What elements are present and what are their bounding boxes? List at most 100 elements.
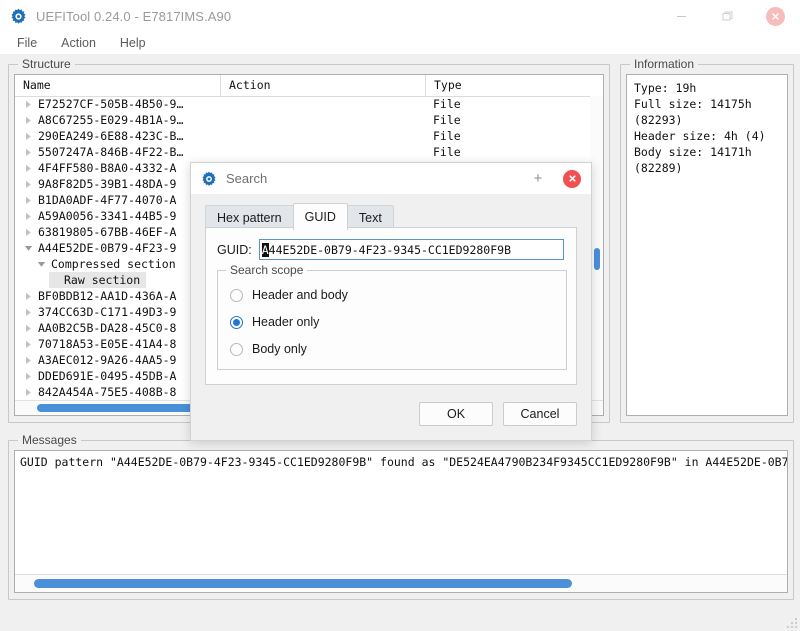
messages-list[interactable]: GUID pattern "A44E52DE-0B79-4F23-9345-CC… xyxy=(14,450,788,593)
restore-icon[interactable] xyxy=(704,0,750,32)
tree-row[interactable]: 5507247A-846B-4F22-B… File xyxy=(15,144,603,160)
information-textarea[interactable]: Type: 19h Full size: 14175h (82293) Head… xyxy=(626,74,788,416)
message-item[interactable]: GUID pattern "A44E52DE-0B79-4F23-9345-CC… xyxy=(20,455,787,471)
tree-node: AA0B2C5B-DA28-45C0-8 xyxy=(23,320,182,336)
chevron-right-icon[interactable] xyxy=(23,192,34,208)
column-header-name[interactable]: Name xyxy=(15,75,220,96)
tree-node-label: 70718A53-E05E-41A4-8 xyxy=(38,337,176,351)
tree-node-label: 63819805-67BB-46EF-A xyxy=(38,225,176,239)
tree-node-label: 4F4FF580-B8A0-4332-A xyxy=(38,161,176,175)
plus-icon[interactable]: + xyxy=(523,163,553,194)
tree-node: Raw section xyxy=(49,272,146,288)
chevron-right-icon[interactable] xyxy=(23,336,34,352)
chevron-right-icon[interactable] xyxy=(23,144,34,160)
tree-node: B1DA0ADF-4F77-4070-A xyxy=(23,192,182,208)
tree-row-type-cell: File xyxy=(425,113,603,127)
dialog-buttons: OK Cancel xyxy=(409,402,577,426)
information-panel-title: Information xyxy=(630,57,698,71)
gear-icon xyxy=(201,171,217,187)
chevron-right-icon[interactable] xyxy=(23,384,34,400)
chevron-right-icon[interactable] xyxy=(23,128,34,144)
tree-row-name-cell: A8C67255-E029-4B1A-9… xyxy=(15,112,220,128)
chevron-right-icon[interactable] xyxy=(23,160,34,176)
messages-panel: Messages GUID pattern "A44E52DE-0B79-4F2… xyxy=(8,440,794,600)
window-titlebar: UEFITool 0.24.0 - E7817IMS.A90 xyxy=(0,0,800,32)
column-header-type[interactable]: Type xyxy=(425,75,603,96)
tree-node: Compressed section xyxy=(36,256,182,272)
tree-vscroll-thumb[interactable] xyxy=(594,248,600,270)
guid-input[interactable]: A44E52DE-0B79-4F23-9345-CC1ED9280F9B xyxy=(259,239,564,260)
tree-row-type-cell: File xyxy=(425,97,603,111)
chevron-right-icon[interactable] xyxy=(23,176,34,192)
tree-node-label: E72527CF-505B-4B50-9… xyxy=(38,97,183,111)
tree-node: A3AEC012-9A26-4AA5-9 xyxy=(23,352,182,368)
search-dialog: Search + Hex pattern GUID Text GUID: xyxy=(190,162,592,441)
tree-node-label: 374CC63D-C171-49D3-9 xyxy=(38,305,176,319)
window-controls xyxy=(658,0,800,32)
tree-row-name-cell: 5507247A-846B-4F22-B… xyxy=(15,144,220,160)
tree-row[interactable]: E72527CF-505B-4B50-9… File xyxy=(15,96,603,112)
tree-node-label: A3AEC012-9A26-4AA5-9 xyxy=(38,353,176,367)
chevron-right-icon[interactable] xyxy=(23,320,34,336)
menu-action[interactable]: Action xyxy=(50,34,107,52)
cancel-button[interactable]: Cancel xyxy=(503,402,577,426)
messages-hscroll-thumb[interactable] xyxy=(34,579,572,588)
guid-tab-pane: GUID: A44E52DE-0B79-4F23-9345-CC1ED9280F… xyxy=(205,227,577,385)
tree-node: E72527CF-505B-4B50-9… xyxy=(23,96,189,112)
information-panel: Information Type: 19h Full size: 14175h … xyxy=(620,64,794,423)
tree-row-type-cell: File xyxy=(425,145,603,159)
dialog-close-button[interactable] xyxy=(553,163,591,194)
tree-node: A44E52DE-0B79-4F23-9 xyxy=(23,240,182,256)
tree-node: 9A8F82D5-39B1-48DA-9 xyxy=(23,176,182,192)
radio-header-only[interactable]: Header only xyxy=(230,313,319,331)
application-window: UEFITool 0.24.0 - E7817IMS.A90 F xyxy=(0,0,800,631)
dialog-titlebar: Search + xyxy=(191,163,591,194)
radio-body-only[interactable]: Body only xyxy=(230,340,307,358)
radio-label: Header only xyxy=(252,315,319,329)
chevron-down-icon[interactable] xyxy=(36,256,47,272)
tree-node: 5507247A-846B-4F22-B… xyxy=(23,144,189,160)
information-text: Type: 19h Full size: 14175h (82293) Head… xyxy=(634,80,783,176)
chevron-right-icon[interactable] xyxy=(23,112,34,128)
menubar: File Action Help xyxy=(0,32,800,54)
tree-node: 63819805-67BB-46EF-A xyxy=(23,224,182,240)
chevron-right-icon[interactable] xyxy=(23,224,34,240)
tree-node-label: B1DA0ADF-4F77-4070-A xyxy=(38,193,176,207)
chevron-right-icon[interactable] xyxy=(23,352,34,368)
messages-panel-title: Messages xyxy=(18,433,81,447)
ok-button[interactable]: OK xyxy=(419,402,493,426)
column-header-action[interactable]: Action xyxy=(220,75,425,96)
menu-file[interactable]: File xyxy=(6,34,48,52)
search-scope-group: Search scope Header and body Header only… xyxy=(217,270,567,370)
guid-label: GUID: xyxy=(217,243,252,257)
radio-header-and-body[interactable]: Header and body xyxy=(230,286,348,304)
chevron-right-icon[interactable] xyxy=(23,96,34,112)
tree-node-label: 290EA249-6E88-423C-B… xyxy=(38,129,183,143)
tree-row[interactable]: A8C67255-E029-4B1A-9… File xyxy=(15,112,603,128)
resize-grip[interactable] xyxy=(785,616,797,628)
chevron-down-icon[interactable] xyxy=(23,240,34,256)
tree-node: BF0BDB12-AA1D-436A-A xyxy=(23,288,182,304)
search-scope-title: Search scope xyxy=(226,263,307,277)
tab-guid[interactable]: GUID xyxy=(293,203,348,230)
window-close-button[interactable] xyxy=(750,0,800,32)
tree-row[interactable]: 290EA249-6E88-423C-B…File xyxy=(15,128,603,144)
messages-horizontal-scrollbar[interactable] xyxy=(15,574,787,592)
tree-node: 290EA249-6E88-423C-B… xyxy=(23,128,189,144)
tree-node-label: 842A454A-75E5-408B-8 xyxy=(38,385,176,399)
tree-node-label: A8C67255-E029-4B1A-9… xyxy=(38,113,183,127)
tree-row-name-cell: E72527CF-505B-4B50-9… xyxy=(15,96,220,112)
tree-node: 70718A53-E05E-41A4-8 xyxy=(23,336,182,352)
chevron-right-icon[interactable] xyxy=(23,288,34,304)
chevron-right-icon[interactable] xyxy=(23,368,34,384)
tree-node: 842A454A-75E5-408B-8 xyxy=(23,384,182,400)
tree-header: Name Action Type xyxy=(15,75,603,97)
menu-help[interactable]: Help xyxy=(109,34,157,52)
radio-icon xyxy=(230,289,243,302)
radio-icon-selected xyxy=(230,316,243,329)
tree-node-label: Compressed section xyxy=(51,257,176,271)
chevron-right-icon[interactable] xyxy=(23,208,34,224)
chevron-right-icon[interactable] xyxy=(23,304,34,320)
minimize-icon[interactable] xyxy=(658,0,704,32)
tree-node: DDED691E-0495-45DB-A xyxy=(23,368,182,384)
